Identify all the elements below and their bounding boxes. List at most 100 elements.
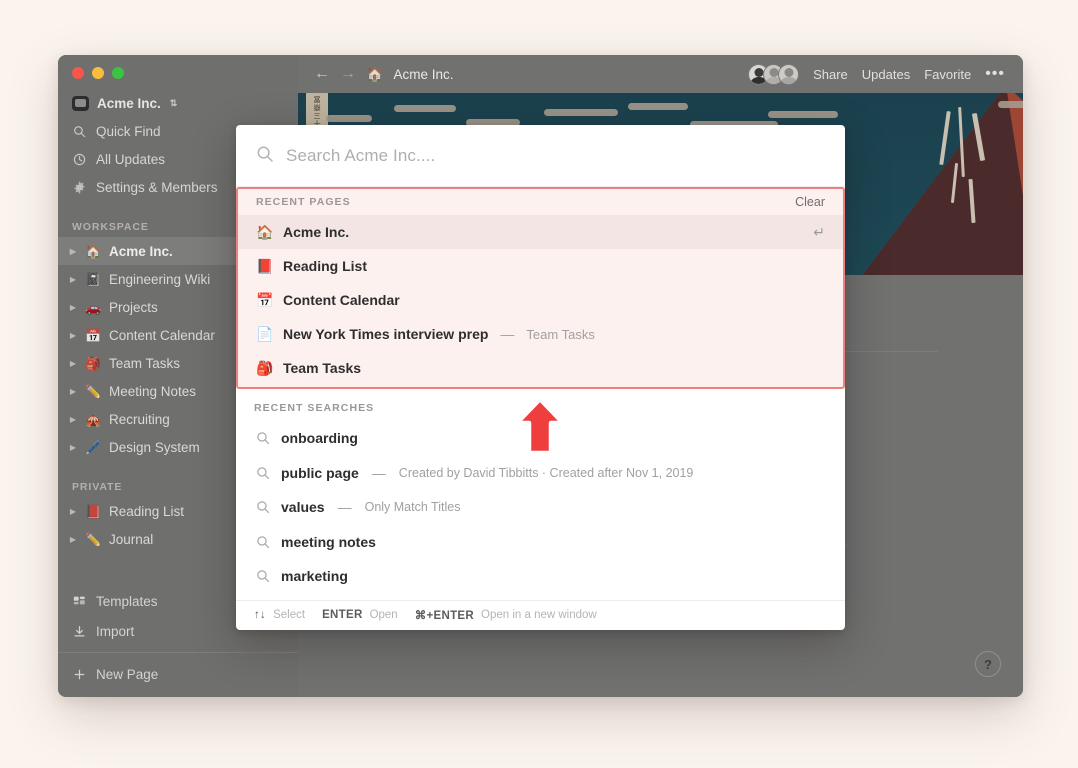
recent-search-query: meeting notes	[281, 534, 376, 550]
workspace-logo-icon	[72, 96, 89, 111]
recent-search-row[interactable]: meeting notes	[236, 525, 845, 560]
sidebar-page-label: Reading List	[109, 504, 184, 519]
gear-icon	[72, 180, 87, 195]
page-emoji-icon: 🎒	[256, 361, 273, 375]
help-button[interactable]: ?	[975, 651, 1001, 677]
recent-page-title: Content Calendar	[283, 292, 400, 308]
sidebar-page-label: Design System	[109, 440, 200, 455]
more-options-icon[interactable]: •••	[985, 70, 1005, 78]
search-icon	[256, 145, 274, 166]
sidebar-item-label: All Updates	[96, 152, 165, 167]
page-emoji-icon: 📕	[256, 259, 273, 273]
sidebar-page-label: Team Tasks	[109, 356, 180, 371]
search-input[interactable]: Search Acme Inc....	[286, 146, 435, 166]
recent-search-row[interactable]: public page — Created by David Tibbitts …	[236, 456, 845, 491]
modal-footer-hints: ↑↓ Select ENTER Open ⌘+ENTER Open in a n…	[236, 600, 845, 630]
workspace-name: Acme Inc.	[97, 96, 161, 111]
enter-key-icon: ↵	[813, 224, 825, 241]
disclosure-triangle-icon[interactable]: ▶	[68, 359, 78, 368]
recent-search-filters: Created by David Tibbitts · Created afte…	[399, 466, 694, 480]
recent-pages-label: RECENT PAGES	[256, 196, 351, 208]
recent-page-title: Reading List	[283, 258, 367, 274]
hint-key-arrows: ↑↓	[254, 609, 266, 621]
recent-page-context: Team Tasks	[526, 327, 594, 342]
sidebar-item-label: Import	[96, 624, 134, 639]
recent-search-row[interactable]: values — Only Match Titles	[236, 490, 845, 525]
sidebar-page-label: Journal	[109, 532, 153, 547]
top-bar: ← → 🏠 Acme Inc. Share Updates Favorite •…	[298, 55, 1023, 93]
sidebar-page-label: Recruiting	[109, 412, 170, 427]
favorite-button[interactable]: Favorite	[924, 67, 971, 82]
page-emoji-icon: 🖊️	[85, 441, 102, 454]
disclosure-triangle-icon[interactable]: ▶	[68, 415, 78, 424]
recent-page-row[interactable]: 🎒 Team Tasks	[238, 351, 843, 385]
back-arrow-icon[interactable]: ←	[314, 66, 330, 82]
page-emoji-icon: 🏠	[85, 245, 102, 258]
recent-search-query: onboarding	[281, 430, 358, 446]
clear-recent-pages-button[interactable]: Clear	[795, 195, 825, 209]
recent-search-query: public page	[281, 465, 359, 481]
search-icon	[254, 466, 271, 480]
share-button[interactable]: Share	[813, 67, 848, 82]
disclosure-triangle-icon[interactable]: ▶	[68, 535, 78, 544]
sidebar-item-new-page[interactable]: New Page	[58, 659, 298, 689]
avatar[interactable]	[778, 64, 799, 85]
mount-fuji-shadow	[858, 93, 1023, 275]
hint-action-open: Open	[370, 609, 398, 621]
recent-page-row[interactable]: 📄 New York Times interview prep — Team T…	[238, 317, 843, 351]
collaborator-avatars[interactable]	[748, 64, 799, 85]
disclosure-triangle-icon[interactable]: ▶	[68, 507, 78, 516]
disclosure-triangle-icon[interactable]: ▶	[68, 331, 78, 340]
disclosure-triangle-icon[interactable]: ▶	[68, 275, 78, 284]
clock-icon	[72, 152, 87, 167]
recent-page-row[interactable]: 📅 Content Calendar	[238, 283, 843, 317]
workspace-switcher[interactable]: Acme Inc. ⇅	[58, 89, 298, 117]
sidebar-page-label: Meeting Notes	[109, 384, 196, 399]
recent-pages-header: RECENT PAGES Clear	[238, 189, 843, 215]
recent-search-filters: Only Match Titles	[365, 500, 461, 514]
page-emoji-icon: 🏠	[256, 225, 273, 239]
disclosure-triangle-icon[interactable]: ▶	[68, 303, 78, 312]
search-modal: Search Acme Inc.... RECENT PAGES Clear 🏠…	[236, 125, 845, 630]
templates-icon	[72, 595, 87, 608]
zoom-window-button[interactable]	[112, 67, 124, 79]
breadcrumb[interactable]: Acme Inc.	[393, 67, 453, 82]
page-emoji-icon: 📓	[85, 273, 102, 286]
separator-dash: —	[338, 499, 352, 515]
recent-page-row[interactable]: 🏠 Acme Inc. ↵	[238, 215, 843, 249]
search-input-row[interactable]: Search Acme Inc....	[236, 125, 845, 187]
page-emoji-icon: 🎒	[85, 357, 102, 370]
topbar-actions: Share Updates Favorite •••	[748, 64, 1005, 85]
page-document-icon: 📄	[256, 327, 273, 341]
updates-button[interactable]: Updates	[862, 67, 910, 82]
search-icon	[254, 431, 271, 445]
page-emoji-icon: ✏️	[85, 385, 102, 398]
disclosure-triangle-icon[interactable]: ▶	[68, 387, 78, 396]
page-emoji-icon: ✏️	[85, 533, 102, 546]
close-window-button[interactable]	[72, 67, 84, 79]
chevron-updown-icon: ⇅	[170, 99, 178, 108]
page-emoji-icon: 📅	[85, 329, 102, 342]
recent-pages-section-highlight: RECENT PAGES Clear 🏠 Acme Inc. ↵ 📕 Readi…	[236, 187, 845, 389]
forward-arrow-icon[interactable]: →	[340, 66, 356, 82]
hint-action-open-new-window: Open in a new window	[481, 609, 597, 621]
recent-search-row[interactable]: marketing	[236, 559, 845, 594]
search-icon	[254, 500, 271, 514]
sidebar-item-label: Templates	[96, 594, 158, 609]
recent-search-query: marketing	[281, 568, 348, 584]
disclosure-triangle-icon[interactable]: ▶	[68, 443, 78, 452]
page-emoji-icon: 📅	[256, 293, 273, 307]
hint-key-enter: ENTER	[322, 609, 362, 621]
sidebar-page-label: Content Calendar	[109, 328, 215, 343]
breadcrumb-emoji-icon: 🏠	[366, 66, 383, 83]
recent-searches-label: RECENT SEARCHES	[254, 402, 374, 414]
search-icon	[254, 535, 271, 549]
sidebar-page-label: Acme Inc.	[109, 244, 173, 259]
disclosure-triangle-icon[interactable]: ▶	[68, 247, 78, 256]
recent-page-row[interactable]: 📕 Reading List	[238, 249, 843, 283]
hint-key-cmd-enter: ⌘+ENTER	[415, 608, 474, 622]
recent-page-title: Acme Inc.	[283, 224, 349, 240]
sidebar-page-label: Engineering Wiki	[109, 272, 210, 287]
window-traffic-lights[interactable]	[72, 67, 124, 79]
minimize-window-button[interactable]	[92, 67, 104, 79]
